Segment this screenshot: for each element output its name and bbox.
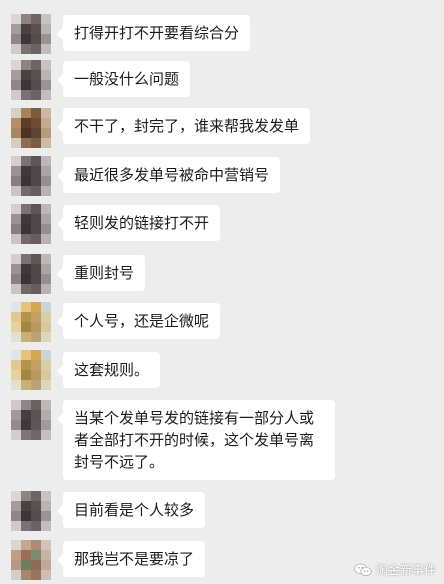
message-bubble[interactable]: 重则封号: [56, 255, 146, 291]
wechat-icon: [354, 563, 372, 576]
avatar[interactable]: [11, 491, 51, 531]
message-bubble[interactable]: 那我岂不是要凉了: [56, 541, 206, 577]
message-text: 最近很多发单号被命中营销号: [74, 166, 270, 184]
avatar[interactable]: [11, 400, 51, 440]
avatar[interactable]: [11, 108, 51, 148]
message-text: 一般没什么问题: [74, 70, 180, 88]
avatar[interactable]: [11, 156, 51, 196]
message-bubble[interactable]: 不干了，封完了，谁来帮我发发单: [56, 108, 311, 144]
message-text: 目前看是个人较多: [74, 501, 195, 519]
avatar[interactable]: [11, 60, 51, 100]
message-bubble[interactable]: 最近很多发单号被命中营销号: [56, 157, 281, 193]
avatar[interactable]: [11, 302, 51, 342]
avatar[interactable]: [11, 540, 51, 580]
watermark-text: 淘金新事件: [375, 563, 436, 577]
message-bubble[interactable]: 目前看是个人较多: [56, 492, 206, 528]
message-text: 轻则发的链接打不开: [74, 214, 210, 232]
message-text: 那我岂不是要凉了: [74, 550, 195, 568]
message-bubble[interactable]: 这套规则。: [56, 352, 161, 388]
avatar[interactable]: [11, 254, 51, 294]
watermark: 淘金新事件: [354, 561, 436, 578]
message-text: 这套规则。: [74, 361, 150, 379]
message-text: 不干了，封完了，谁来帮我发发单: [74, 117, 300, 135]
message-bubble[interactable]: 一般没什么问题: [56, 61, 191, 97]
message-bubble[interactable]: 个人号，还是企微呢: [56, 303, 221, 339]
message-bubble[interactable]: 轻则发的链接打不开: [56, 205, 221, 241]
avatar[interactable]: [11, 350, 51, 390]
message-bubble[interactable]: 打得开打不开要看综合分: [56, 15, 251, 51]
message-bubble[interactable]: 当某个发单号发的链接有一部分人或者全部打不开的时候，这个发单号离封号不远了。: [57, 400, 335, 480]
chat-history: 打得开打不开要看综合分 一般没什么问题 不干了，封完了，谁来帮我发发单 最近很多…: [0, 0, 444, 584]
message-text: 当某个发单号发的链接有一部分人或者全部打不开的时候，这个发单号离封号不远了。: [74, 409, 315, 471]
message-text: 个人号，还是企微呢: [74, 312, 210, 330]
avatar[interactable]: [11, 204, 51, 244]
avatar[interactable]: [11, 14, 51, 54]
message-text: 重则封号: [74, 264, 135, 282]
message-text: 打得开打不开要看综合分: [74, 24, 240, 42]
